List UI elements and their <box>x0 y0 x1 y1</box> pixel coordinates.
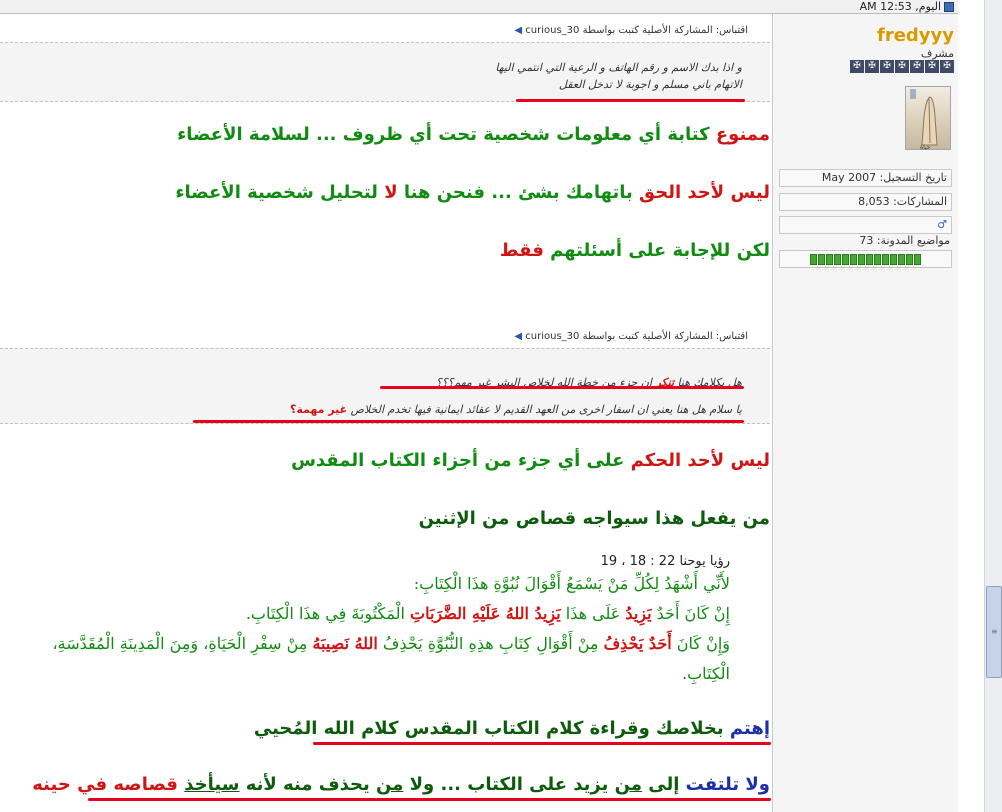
view-post-arrow-icon[interactable]: ◀ <box>514 25 522 36</box>
reputation-point <box>882 253 889 265</box>
rank-icons: ✠ ✠ ✠ ✠ ✠ ✠ ✠ <box>848 60 954 73</box>
user-avatar[interactable]: حياة <box>905 86 951 151</box>
verse-line-3: وَإِنْ كَانَ أَحَدٌ يَحْذِفُ مِنْ أَقْوَ… <box>52 634 730 653</box>
reputation-point <box>898 253 905 265</box>
quote-line: هل بكلامك هنا تنكر ان جزء من خطة الله لخ… <box>436 376 742 389</box>
quote-header: اقتباس: المشاركة الأصلية كتبت بواسطة cur… <box>514 25 748 36</box>
praying-hands-icon: حياة <box>910 89 938 151</box>
paragraph-2: ليس لأحد الحق باتهامك بشئ ... فنحن هنا ل… <box>175 182 770 203</box>
reputation-bar <box>779 250 952 268</box>
scrollbar-thumb[interactable]: ≡ <box>986 586 1002 678</box>
user-role: مشرف <box>920 47 954 60</box>
username-link[interactable]: fredyyy <box>790 25 954 46</box>
paragraph-3: لكن للإجابة على أسئلتهم فقط <box>499 240 770 261</box>
current-time: اليوم, 12:53 AM <box>860 0 954 13</box>
quote-body: و اذا بدك الاسم و رقم الهاتف و الرعية ال… <box>0 42 770 102</box>
red-underline <box>516 99 745 102</box>
verse-reference: رؤيا يوحنا 22 : 18 ، 19 <box>600 554 730 569</box>
post-count-field: المشاركات: 8,053 <box>779 193 952 211</box>
paragraph-4: ليس لأحد الحكم على أي جزء من أجزاء الكتا… <box>291 450 770 471</box>
reputation-point <box>834 253 841 265</box>
reputation-point <box>858 253 865 265</box>
rank-star-icon: ✠ <box>880 60 894 73</box>
red-underline <box>193 420 744 423</box>
red-underline <box>313 742 771 745</box>
reputation-point <box>850 253 857 265</box>
rank-star-icon: ✠ <box>895 60 909 73</box>
rank-star-icon: ✠ <box>865 60 879 73</box>
reputation-point <box>890 253 897 265</box>
red-underline <box>380 386 744 389</box>
reputation-point <box>818 253 825 265</box>
verse-line-2: إِنْ كَانَ أَحَدٌ يَزِيدُ عَلَى هذَا يَز… <box>245 604 730 623</box>
reputation-point <box>914 253 921 265</box>
paragraph-5: من يفعل هذا سيواجه قصاص من الإثنين <box>418 508 770 529</box>
red-underline <box>88 798 771 801</box>
quote-header: اقتباس: المشاركة الأصلية كتبت بواسطة cur… <box>514 331 748 342</box>
scrollbar-area <box>958 0 1002 812</box>
quote-block-1: اقتباس: المشاركة الأصلية كتبت بواسطة cur… <box>0 20 770 102</box>
top-status-bar: اليوم, 12:53 AM <box>0 0 958 14</box>
view-post-arrow-icon[interactable]: ◀ <box>514 331 522 342</box>
rank-star-icon: ✠ <box>850 60 864 73</box>
rank-star-icon: ✠ <box>925 60 939 73</box>
reputation-point <box>906 253 913 265</box>
reputation-point <box>826 253 833 265</box>
blog-topics[interactable]: مواضيع المدونة: 73 <box>779 234 952 247</box>
verse-line-1: لأَنِّي أَشْهَدُ لِكُلِّ مَنْ يَسْمَعُ أ… <box>413 574 730 593</box>
gender-male-icon: ♂ <box>779 216 952 234</box>
rank-star-icon: ✠ <box>910 60 924 73</box>
reputation-point <box>866 253 873 265</box>
paragraph-7: ولا تلتفت إلى من يزيد على الكتاب ... ولا… <box>32 774 770 795</box>
verse-line-4: الْكِتَابِ. <box>681 664 730 683</box>
quote-block-2: اقتباس: المشاركة الأصلية كتبت بواسطة cur… <box>0 326 770 424</box>
paragraph-6: إهتم بخلاصك وقراءة كلام الكتاب المقدس كل… <box>253 718 770 739</box>
post-content: اقتباس: المشاركة الأصلية كتبت بواسطة cur… <box>0 14 772 812</box>
reputation-point <box>874 253 881 265</box>
reputation-point <box>842 253 849 265</box>
join-date-field: تاريخ التسجيل: May 2007 <box>779 169 952 187</box>
quote-line: يا سلام هل هنا يعني ان اسفار اخرى من الع… <box>289 403 742 416</box>
calendar-icon <box>944 1 954 12</box>
paragraph-1: ممنوع كتابة أي معلومات شخصية تحت أي ظروف… <box>177 124 770 145</box>
rank-star-icon: ✠ <box>940 60 954 73</box>
svg-text:حياة: حياة <box>920 144 931 151</box>
reputation-point <box>810 253 817 265</box>
scrollbar-track[interactable] <box>984 0 1002 812</box>
